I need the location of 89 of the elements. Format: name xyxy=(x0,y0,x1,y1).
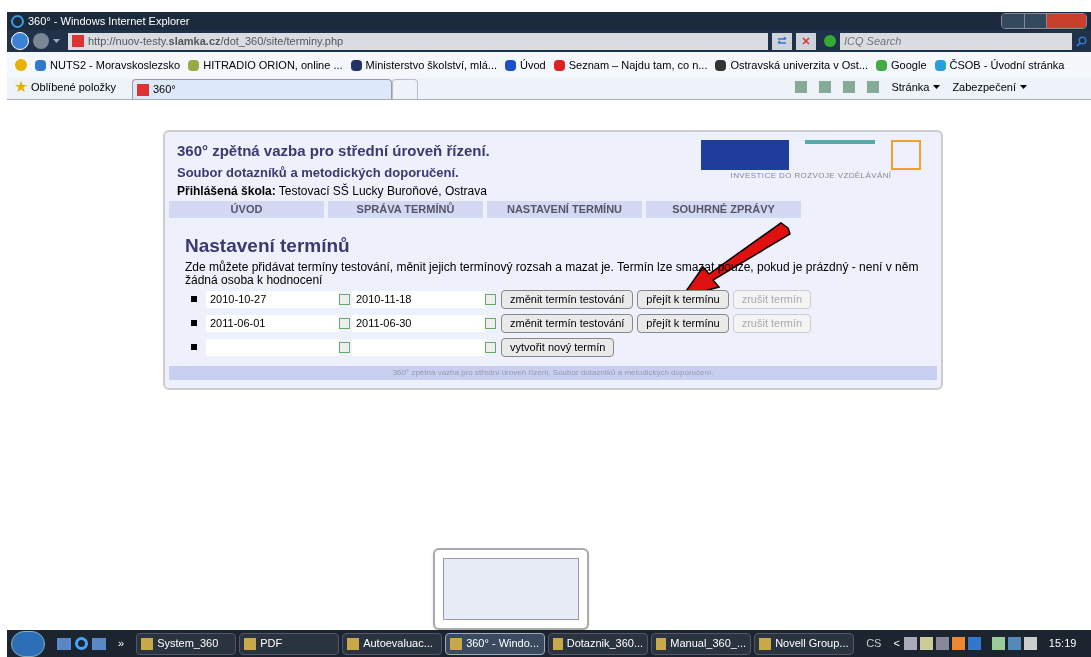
favorite-link[interactable]: Ministerstvo školství, mlá... xyxy=(350,56,497,74)
favorite-link[interactable]: HITRADIO ORION, online ... xyxy=(188,56,343,74)
taskbar-button[interactable]: 360° - Windo... xyxy=(445,632,546,655)
caret-icon xyxy=(933,84,941,89)
favorite-link[interactable]: NUTS2 - Moravskoslezsko xyxy=(35,56,181,74)
more-button[interactable]: » xyxy=(118,635,125,652)
form-button[interactable]: přejít k termínu xyxy=(637,313,729,333)
bullet-icon xyxy=(191,320,197,326)
site-subtitle: Soubor dotazníků a metodických doporučení. xyxy=(177,163,460,182)
site-icon xyxy=(188,59,200,71)
window-controls[interactable] xyxy=(1001,13,1087,29)
site-icon xyxy=(934,59,946,71)
tray-icons[interactable] xyxy=(903,637,1037,650)
site-icon xyxy=(715,59,727,71)
logo-caption: INVESTICE DO ROZVOJE VZDĚLÁVÁNÍ xyxy=(730,170,892,182)
end-date-field[interactable]: 2010-11-18 xyxy=(352,290,485,308)
stop-button[interactable] xyxy=(796,32,816,50)
nav-link[interactable]: SOUHRNÉ ZPRÁVY xyxy=(646,201,801,218)
clock: 15:19 xyxy=(1048,636,1077,652)
calendar-icon[interactable] xyxy=(339,317,350,329)
forward-button[interactable] xyxy=(33,33,49,49)
form-button[interactable]: změnit termín testování xyxy=(501,289,634,309)
form-button: zrušit termín xyxy=(732,289,812,309)
nav-link[interactable]: SPRÁVA TERMÍNŮ xyxy=(328,201,483,218)
bullet-icon xyxy=(191,296,197,302)
calendar-icon[interactable] xyxy=(339,293,350,305)
end-date-field[interactable] xyxy=(352,338,485,356)
school-line: Přihlášená škola: Testovací SŠ Lucky Buroňové, Ostrava xyxy=(177,182,488,200)
site-icon xyxy=(350,59,362,71)
taskbar-button[interactable]: Novell Group... xyxy=(754,632,855,655)
form-button[interactable]: přejít k termínu xyxy=(637,289,729,309)
start-date-field[interactable]: 2010-10-27 xyxy=(206,290,339,308)
calendar-icon[interactable] xyxy=(485,341,496,353)
app-icon xyxy=(244,637,257,650)
favorite-link[interactable]: ČSOB - Úvodní stránka xyxy=(934,56,1065,74)
site-icon xyxy=(72,35,84,47)
app-icon xyxy=(450,637,463,650)
command-menu[interactable]: Zabezpečení xyxy=(952,78,1027,95)
site-title: 360° zpětná vazba pro střední úroveň řízení. xyxy=(177,141,490,161)
taskbar-button[interactable]: System_360 xyxy=(136,632,237,655)
star-icon xyxy=(15,80,27,93)
form-button[interactable]: vytvořit nový termín xyxy=(501,337,615,357)
taskbar-button[interactable]: Manual_360_... xyxy=(651,632,752,655)
site-icon xyxy=(553,59,565,71)
language-indicator[interactable]: CS xyxy=(866,635,882,652)
search-field[interactable]: ICQ Search xyxy=(840,32,1072,50)
favorite-link[interactable]: Seznam – Najdu tam, co n... xyxy=(553,56,708,74)
calendar-icon[interactable] xyxy=(485,293,496,305)
refresh-button[interactable] xyxy=(772,32,792,50)
app-icon xyxy=(347,637,360,650)
nav-link[interactable]: NASTAVENÍ TERMÍNU xyxy=(487,201,642,218)
page-heading: Nastavení termínů xyxy=(185,234,351,258)
form-button: zrušit termín xyxy=(732,313,812,333)
arrows-icon xyxy=(777,37,787,45)
favorite-link[interactable]: Google xyxy=(876,56,927,74)
favorite-link[interactable]: Ostravská univerzita v Ost... xyxy=(715,56,869,74)
end-date-field[interactable]: 2011-06-30 xyxy=(352,314,485,332)
favorite-link[interactable]: Úvod xyxy=(505,56,546,74)
close-icon xyxy=(802,37,810,45)
site-icon xyxy=(505,59,516,71)
site-icon xyxy=(137,83,149,96)
command-menu[interactable]: Stránka xyxy=(891,78,941,95)
tray-expand-button[interactable]: < xyxy=(893,635,900,652)
taskbar-button[interactable]: Dotaznik_360... xyxy=(548,632,649,655)
browser-tab[interactable]: 360° xyxy=(132,79,392,99)
address-field[interactable]: http://nuov-testy.slamka.cz/dot_360/site/terminy.php xyxy=(68,32,768,50)
favorites-button[interactable]: Oblíbené položky xyxy=(15,78,116,95)
window-title: 360° - Windows Internet Explorer xyxy=(28,13,190,29)
form-button[interactable]: změnit termín testování xyxy=(501,313,634,333)
new-tab-button[interactable] xyxy=(392,79,418,99)
calendar-icon[interactable] xyxy=(485,317,496,329)
app-icon xyxy=(553,637,563,650)
start-button[interactable] xyxy=(11,630,45,657)
app-icon xyxy=(141,637,154,650)
search-icon[interactable] xyxy=(1076,35,1087,47)
site-icon xyxy=(35,59,46,71)
taskbar-button[interactable]: Autoevaluac... xyxy=(342,632,443,655)
nav-link[interactable]: ÚVOD xyxy=(169,201,324,218)
taskbar-button[interactable]: PDF xyxy=(239,632,340,655)
caret-icon[interactable] xyxy=(53,39,60,43)
start-date-field[interactable]: 2011-06-01 xyxy=(206,314,339,332)
calendar-icon[interactable] xyxy=(339,341,350,353)
site-icon xyxy=(876,59,888,71)
bullet-icon xyxy=(191,344,197,350)
start-date-field[interactable] xyxy=(206,338,339,356)
app-icon xyxy=(656,637,667,650)
app-icon xyxy=(759,637,772,650)
caret-icon xyxy=(1020,84,1027,89)
back-button[interactable] xyxy=(11,32,29,50)
